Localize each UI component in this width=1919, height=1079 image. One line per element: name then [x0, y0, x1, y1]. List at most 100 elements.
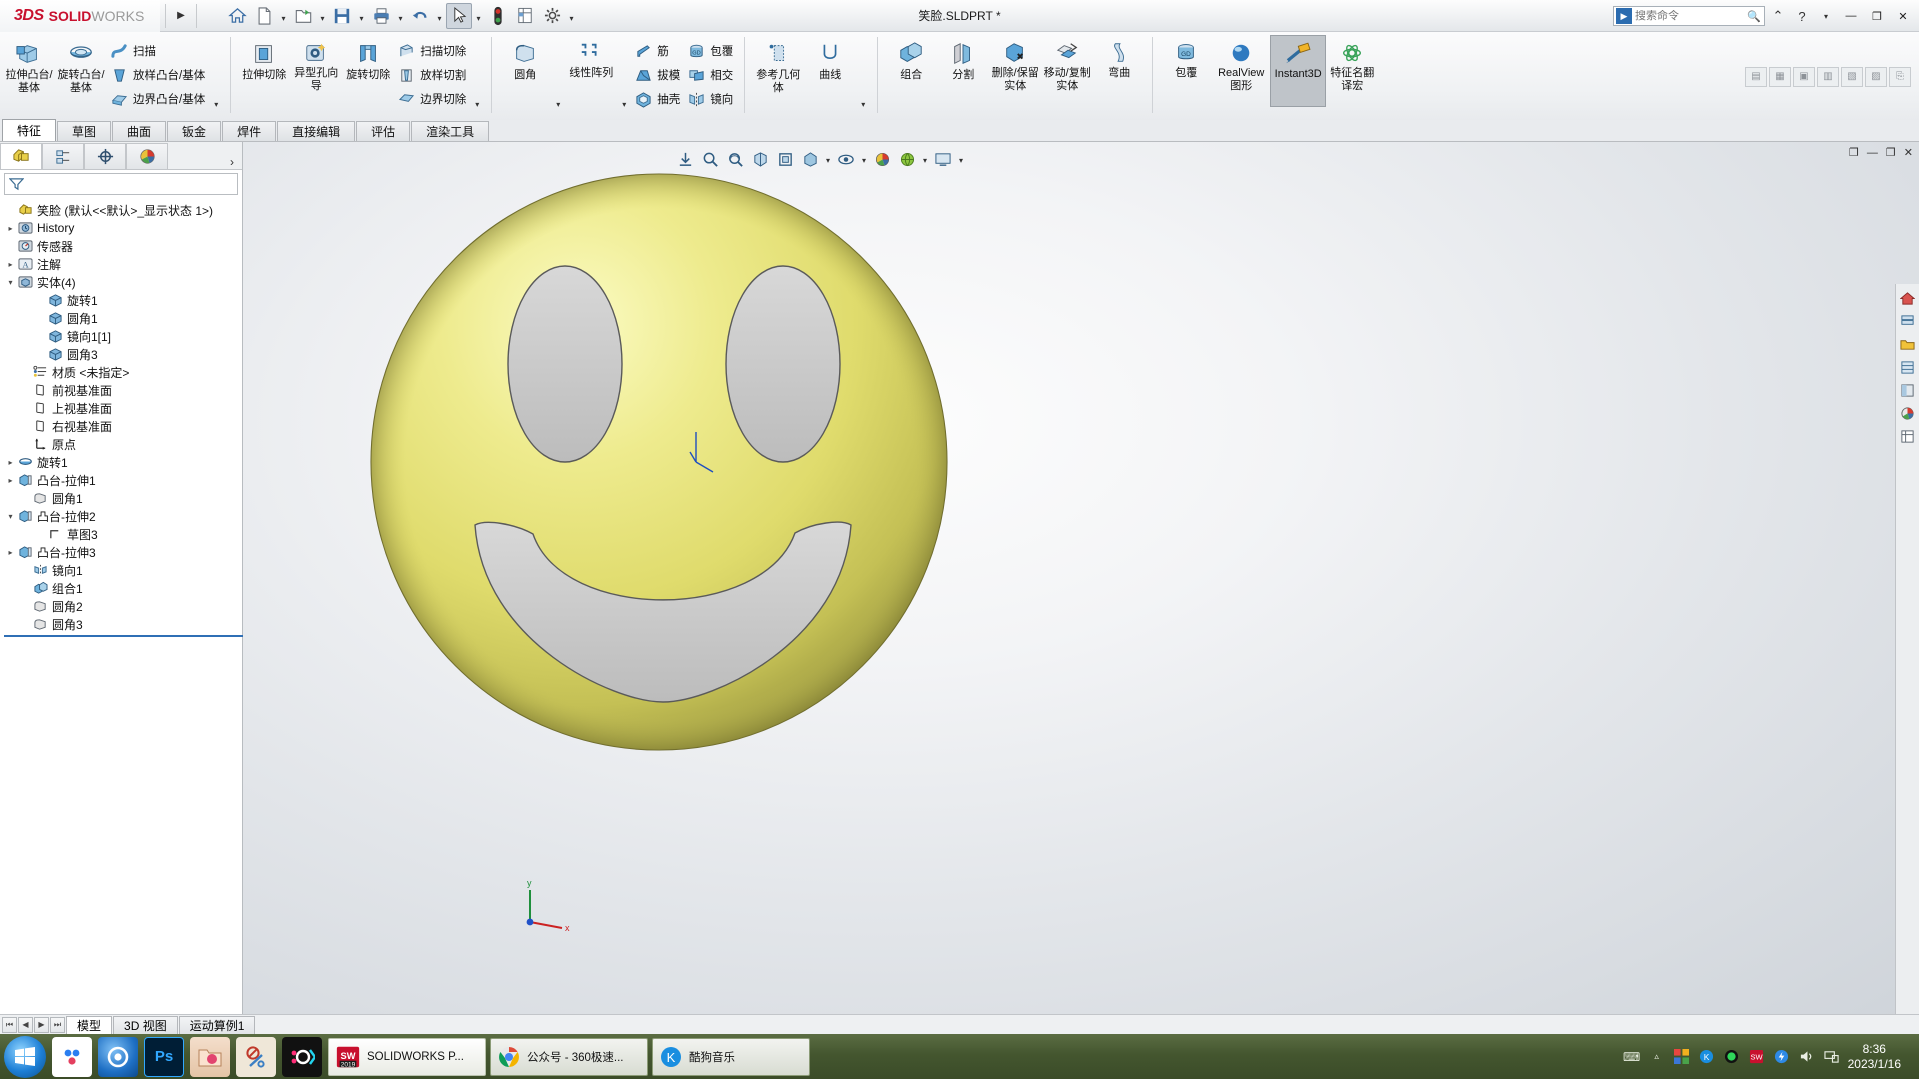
taskbar-item-kugou[interactable]: K 酷狗音乐: [652, 1037, 810, 1076]
cut-group-dropdown-icon[interactable]: ▾: [470, 100, 484, 118]
tree-item[interactable]: 圆角3: [4, 345, 242, 363]
feature-manager-more-arrow[interactable]: ›: [230, 155, 242, 169]
property-manager-tab[interactable]: [42, 143, 84, 169]
snipping-tool-icon[interactable]: [236, 1036, 276, 1077]
tree-item[interactable]: 原点: [4, 435, 242, 453]
tree-item[interactable]: 组合1: [4, 579, 242, 597]
search-magnifier-icon[interactable]: 🔍: [1747, 10, 1761, 23]
tree-item[interactable]: 右视基准面: [4, 417, 242, 435]
start-button[interactable]: [4, 1035, 46, 1078]
tree-item[interactable]: 传感器: [4, 237, 242, 255]
mirror-button[interactable]: 镜向: [684, 87, 737, 111]
options-icon[interactable]: [539, 3, 565, 29]
tab-sketch[interactable]: 草图: [57, 121, 112, 141]
fillet-dropdown-icon[interactable]: ▾: [551, 100, 565, 118]
tree-item[interactable]: 镜向1: [4, 561, 242, 579]
rib-button[interactable]: 筋: [631, 39, 684, 63]
thunder-icon[interactable]: [1773, 1048, 1791, 1066]
sweep-cut-button[interactable]: 扫描切除: [394, 39, 470, 63]
curves-button[interactable]: 曲线: [804, 35, 856, 82]
tree-item[interactable]: 前视基准面: [4, 381, 242, 399]
tab-sheetmetal[interactable]: 钣金: [167, 121, 222, 141]
tree-item[interactable]: ▾ 实体(4): [4, 273, 242, 291]
display-manager-tab[interactable]: [126, 143, 168, 169]
shell-button[interactable]: 抽壳: [631, 87, 684, 111]
wrap-button[interactable]: GD 包覆: [684, 39, 737, 63]
tab-direct-editing[interactable]: 直接编辑: [277, 121, 356, 141]
tree-item[interactable]: ▸ A 注解: [4, 255, 242, 273]
open-document-icon[interactable]: [290, 3, 316, 29]
tree-twisty-icon[interactable]: ▸: [4, 476, 17, 485]
select-dropdown-icon[interactable]: ▾: [473, 3, 484, 29]
sw-tray-icon[interactable]: SW: [1748, 1048, 1766, 1066]
keyboard-icon[interactable]: ⌨: [1623, 1048, 1641, 1066]
first-tab-button[interactable]: ⏮: [2, 1016, 17, 1033]
revolve-boss-button[interactable]: 旋转凸台/基体: [55, 35, 107, 94]
tree-twisty-icon[interactable]: ▸: [4, 458, 17, 467]
design-library-icon[interactable]: [1898, 311, 1918, 331]
format-icon[interactable]: ▨: [1865, 66, 1887, 87]
photo-manager-icon[interactable]: [190, 1036, 230, 1077]
view-palette-icon[interactable]: [1898, 288, 1918, 308]
save-icon[interactable]: [329, 3, 355, 29]
help-icon[interactable]: ?: [1791, 5, 1813, 27]
minimize-button[interactable]: —: [1839, 5, 1863, 27]
baidu-netdisk-icon[interactable]: [52, 1036, 92, 1077]
flex-button[interactable]: 弯曲: [1093, 35, 1145, 80]
intersect-button[interactable]: 相交: [684, 63, 737, 87]
instant3d-button[interactable]: Instant3D: [1270, 35, 1327, 107]
minimize-ribbon-icon[interactable]: ⌃: [1767, 5, 1789, 27]
taskbar-clock[interactable]: 8:36 2023/1/16: [1848, 1042, 1911, 1072]
help-dropdown-icon[interactable]: ▾: [1815, 5, 1837, 27]
tree-root-item[interactable]: 笑脸 (默认<<默认>_显示状态 1>): [4, 201, 242, 219]
file-properties-icon[interactable]: [512, 3, 538, 29]
view-palette2-icon[interactable]: [1898, 380, 1918, 400]
tree-item[interactable]: 圆角2: [4, 597, 242, 615]
new-document-dropdown-icon[interactable]: ▾: [278, 3, 289, 29]
appearances-icon[interactable]: [1898, 403, 1918, 423]
network-icon[interactable]: [1823, 1048, 1841, 1066]
table-icon[interactable]: ▥: [1817, 66, 1839, 87]
tree-twisty-icon[interactable]: ▾: [4, 512, 17, 521]
maximize-button[interactable]: ❐: [1865, 5, 1889, 27]
link-icon[interactable]: ⎘: [1889, 66, 1911, 87]
home-icon[interactable]: [224, 3, 250, 29]
print-icon[interactable]: [368, 3, 394, 29]
delete-keep-body-button[interactable]: 删除/保留实体: [989, 35, 1041, 92]
photoshop-icon[interactable]: Ps: [144, 1036, 184, 1077]
configuration-manager-tab[interactable]: [84, 143, 126, 169]
prev-tab-button[interactable]: ◀: [18, 1016, 33, 1033]
recorder-icon[interactable]: [1723, 1048, 1741, 1066]
move-copy-body-button[interactable]: 移动/复制实体: [1041, 35, 1093, 92]
fillet-button[interactable]: 圆角: [499, 35, 551, 82]
tab-evaluate[interactable]: 评估: [356, 121, 411, 141]
tree-item[interactable]: 上视基准面: [4, 399, 242, 417]
split-button[interactable]: 分割: [937, 35, 989, 82]
hole-wizard-button[interactable]: 异型孔向导: [290, 35, 342, 92]
combine-button[interactable]: 组合: [885, 35, 937, 82]
close-button[interactable]: ✕: [1891, 5, 1915, 27]
close-doc-icon[interactable]: ✕: [1902, 146, 1915, 159]
image-icon[interactable]: ▣: [1793, 66, 1815, 87]
undo-icon[interactable]: [407, 3, 433, 29]
tree-item[interactable]: ▸ 旋转1: [4, 453, 242, 471]
realview-button[interactable]: RealView 图形: [1212, 35, 1270, 92]
tree-item[interactable]: 圆角1: [4, 309, 242, 327]
clipboard-icon[interactable]: ▤: [1745, 66, 1767, 87]
select-icon[interactable]: [446, 2, 472, 29]
doc-tab-model[interactable]: 模型: [66, 1015, 113, 1034]
graphics-area[interactable]: ▾ ▾ ▾ ▾ ❐ — ❐ ✕ y x: [243, 142, 1919, 1014]
boundary-cut-button[interactable]: 边界切除: [394, 87, 470, 111]
expand-menu-arrow[interactable]: ▶: [171, 10, 191, 21]
doc-tab-3dviews[interactable]: 3D 视图: [113, 1015, 178, 1034]
taskbar-item-solidworks[interactable]: SW 2019 SOLIDWORKS P...: [328, 1037, 486, 1076]
feature-tree-tab[interactable]: [0, 143, 42, 169]
next-tab-button[interactable]: ▶: [34, 1016, 49, 1033]
print-dropdown-icon[interactable]: ▾: [395, 3, 406, 29]
boss-group-dropdown-icon[interactable]: ▾: [209, 100, 223, 118]
browser-icon[interactable]: [98, 1036, 138, 1077]
new-document-icon[interactable]: [251, 3, 277, 29]
tree-item[interactable]: ▸ History: [4, 219, 242, 237]
draft-button[interactable]: 拔模: [631, 63, 684, 87]
extrude-boss-button[interactable]: 拉伸凸台/基体: [3, 35, 55, 94]
